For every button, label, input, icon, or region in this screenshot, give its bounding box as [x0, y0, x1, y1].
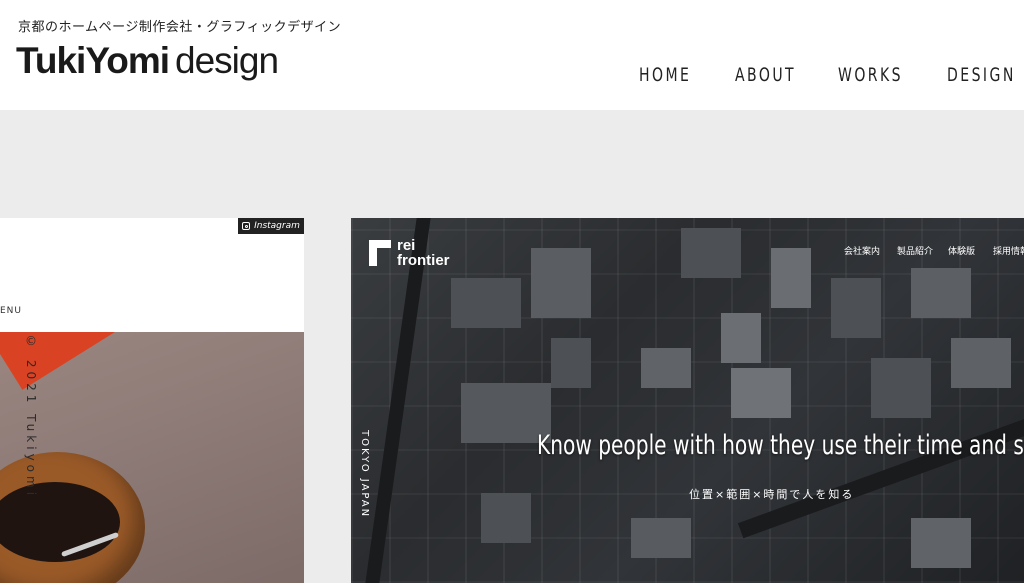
main-nav: HOME ABOUT WORKS DESIGN — [0, 64, 1024, 90]
nav-about[interactable]: ABOUT — [735, 64, 796, 86]
building — [831, 278, 881, 338]
nav-works[interactable]: WORKS — [838, 64, 903, 86]
site-header: 京都のホームページ制作会社・グラフィックデザイン TukiYomi design … — [0, 0, 1024, 110]
menu-label[interactable]: ENU — [0, 306, 22, 316]
coffee-photo — [0, 332, 304, 583]
vertical-copyright: © 2021 Tukiyomi — [24, 334, 38, 500]
work-card-right[interactable]: rei frontier 会社案内 製品紹介 体験版 採用情報 Know peo… — [351, 218, 1024, 583]
rf-nav-company[interactable]: 会社案内 — [844, 244, 880, 257]
building — [951, 338, 1011, 388]
instagram-badge[interactable]: Instagram — [238, 218, 304, 234]
tagline: 京都のホームページ制作会社・グラフィックデザイン — [18, 20, 342, 35]
building — [551, 338, 591, 388]
rf-nav-products[interactable]: 製品紹介 — [897, 244, 933, 257]
building — [731, 368, 791, 418]
building — [451, 278, 521, 328]
work-card-left[interactable]: Instagram ENU © 2021 Tukiyomi — [0, 218, 304, 583]
instagram-icon — [242, 222, 251, 230]
rf-nav-trial[interactable]: 体験版 — [948, 244, 975, 257]
building — [631, 518, 691, 558]
nav-home[interactable]: HOME — [639, 64, 691, 86]
rei-frontier-nav: 会社案内 製品紹介 体験版 採用情報 — [351, 244, 1024, 258]
road — [365, 218, 431, 583]
building — [641, 348, 691, 388]
building — [911, 518, 971, 568]
building — [531, 248, 591, 318]
building — [481, 493, 531, 543]
instagram-label: Instagram — [254, 221, 300, 231]
building — [721, 313, 761, 363]
building — [911, 268, 971, 318]
rf-nav-recruit[interactable]: 採用情報 — [993, 244, 1024, 257]
building — [871, 358, 931, 418]
hero-headline: Know people with how they use their time… — [537, 430, 1024, 461]
vertical-location-label: TOKYO JAPAN — [359, 430, 370, 519]
hero-subheadline: 位置×範囲×時間で人を知る — [689, 488, 855, 501]
nav-design[interactable]: DESIGN — [947, 64, 1016, 86]
